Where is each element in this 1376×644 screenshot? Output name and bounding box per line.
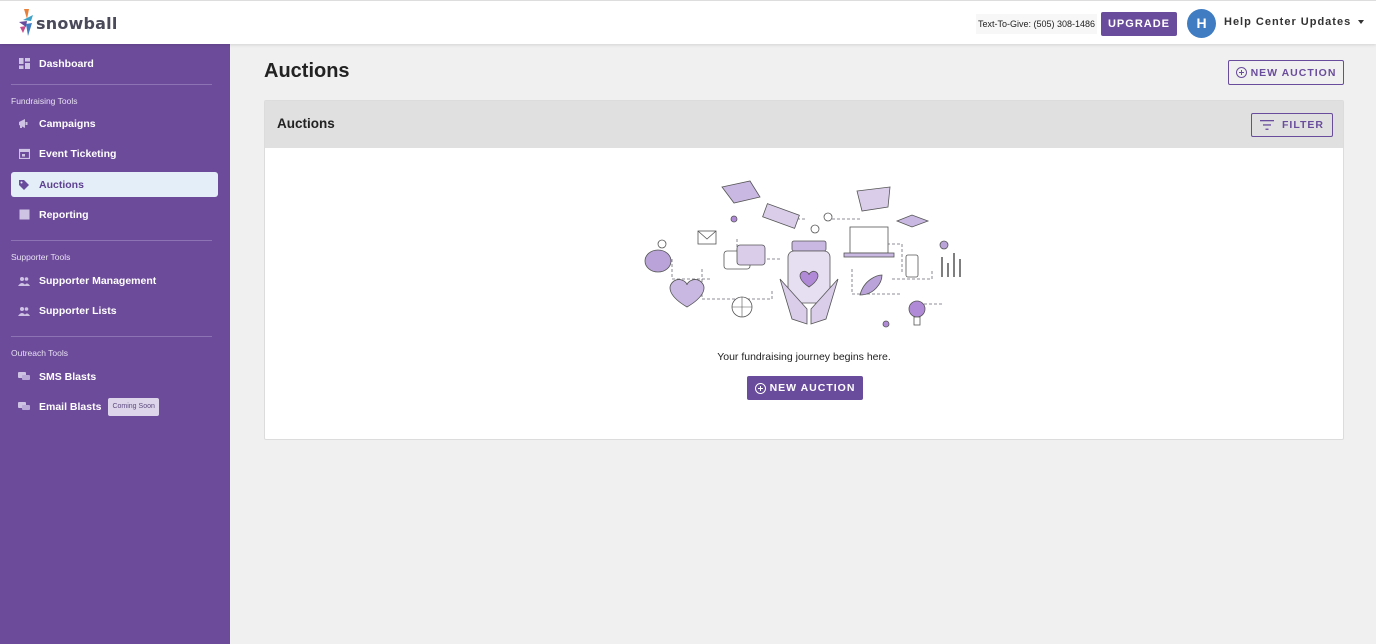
sidebar-item-label: Supporter Lists bbox=[39, 304, 117, 317]
sidebar-item-label: Event Ticketing bbox=[39, 147, 117, 160]
section-title-outreach-tools: Outreach Tools bbox=[11, 348, 69, 358]
user-menu-dropdown[interactable]: Help Center Updates bbox=[1224, 16, 1365, 28]
filter-button[interactable]: FILTER bbox=[1251, 113, 1333, 137]
plus-circle-icon bbox=[1235, 67, 1247, 78]
auctions-panel: Auctions FILTER Your fundraising journey… bbox=[264, 100, 1344, 440]
report-icon bbox=[18, 209, 30, 221]
sidebar-item-dashboard[interactable]: Dashboard bbox=[11, 51, 218, 76]
hand-money-right bbox=[810, 186, 891, 234]
sidebar-item-supporter-management[interactable]: Supporter Management bbox=[11, 268, 218, 293]
page-title: Auctions bbox=[264, 60, 350, 82]
sidebar-item-label: Campaigns bbox=[39, 117, 96, 130]
filter-label: FILTER bbox=[1282, 119, 1324, 131]
panel-header: Auctions FILTER bbox=[265, 101, 1343, 148]
filter-icon bbox=[1260, 120, 1275, 130]
plus-circle-icon bbox=[754, 382, 766, 394]
sidebar-item-label: Email Blasts bbox=[39, 400, 102, 413]
divider bbox=[11, 240, 212, 241]
sidebar-item-sms-blasts[interactable]: SMS Blasts bbox=[11, 364, 218, 389]
new-auction-label: NEW AUCTION bbox=[1250, 66, 1337, 79]
fundraising-illustration bbox=[644, 180, 961, 328]
dashboard-icon bbox=[18, 58, 30, 70]
sidebar-item-email-blasts[interactable]: Email Blasts Coming Soon bbox=[11, 394, 218, 419]
section-title-fundraising-tools: Fundraising Tools bbox=[11, 96, 78, 106]
sidebar-item-label: Dashboard bbox=[39, 57, 94, 70]
sidebar-item-campaigns[interactable]: Campaigns bbox=[11, 111, 218, 136]
divider bbox=[11, 84, 212, 85]
megaphone-icon bbox=[18, 118, 30, 130]
top-bar: snowball Text-To-Give: (505) 308-1486 UP… bbox=[0, 0, 1376, 44]
user-menu-label: Help Center Updates bbox=[1224, 16, 1352, 28]
tag-icon bbox=[18, 179, 30, 191]
sidebar-item-label: Supporter Management bbox=[39, 274, 157, 287]
sidebar-item-label: Reporting bbox=[39, 208, 89, 221]
section-title-supporter-tools: Supporter Tools bbox=[11, 252, 71, 262]
sidebar-item-label: SMS Blasts bbox=[39, 370, 97, 383]
snowball-logo-icon bbox=[19, 9, 33, 36]
sidebar-item-event-ticketing[interactable]: Event Ticketing bbox=[11, 141, 218, 166]
people-icon bbox=[18, 305, 30, 317]
chat-icon bbox=[18, 371, 30, 383]
new-auction-cta-label: NEW AUCTION bbox=[769, 382, 856, 394]
sidebar-item-supporter-lists[interactable]: Supporter Lists bbox=[11, 298, 218, 323]
new-auction-cta-button[interactable]: NEW AUCTION bbox=[747, 376, 863, 400]
people-icon bbox=[18, 275, 30, 287]
upgrade-button[interactable]: UPGRADE bbox=[1101, 12, 1177, 36]
caret-down-icon bbox=[1358, 20, 1365, 24]
empty-state-message: Your fundraising journey begins here. bbox=[717, 351, 891, 363]
coming-soon-badge: Coming Soon bbox=[108, 397, 159, 416]
divider bbox=[11, 336, 212, 337]
brand-name: snowball bbox=[36, 13, 118, 33]
snowball-logo[interactable]: snowball bbox=[18, 9, 118, 37]
sidebar-item-label: Auctions bbox=[39, 178, 84, 191]
text-to-give-number: Text-To-Give: (505) 308-1486 bbox=[976, 14, 1098, 34]
panel-title: Auctions bbox=[277, 116, 335, 131]
chat-icon bbox=[18, 401, 30, 413]
sidebar-item-auctions[interactable]: Auctions bbox=[11, 172, 218, 197]
new-auction-button[interactable]: NEW AUCTION bbox=[1228, 60, 1344, 85]
calendar-icon bbox=[18, 148, 30, 160]
sidebar-item-reporting[interactable]: Reporting bbox=[11, 202, 218, 227]
avatar[interactable]: H bbox=[1187, 9, 1216, 38]
sidebar: Dashboard Fundraising Tools Campaigns Ev… bbox=[0, 44, 230, 644]
